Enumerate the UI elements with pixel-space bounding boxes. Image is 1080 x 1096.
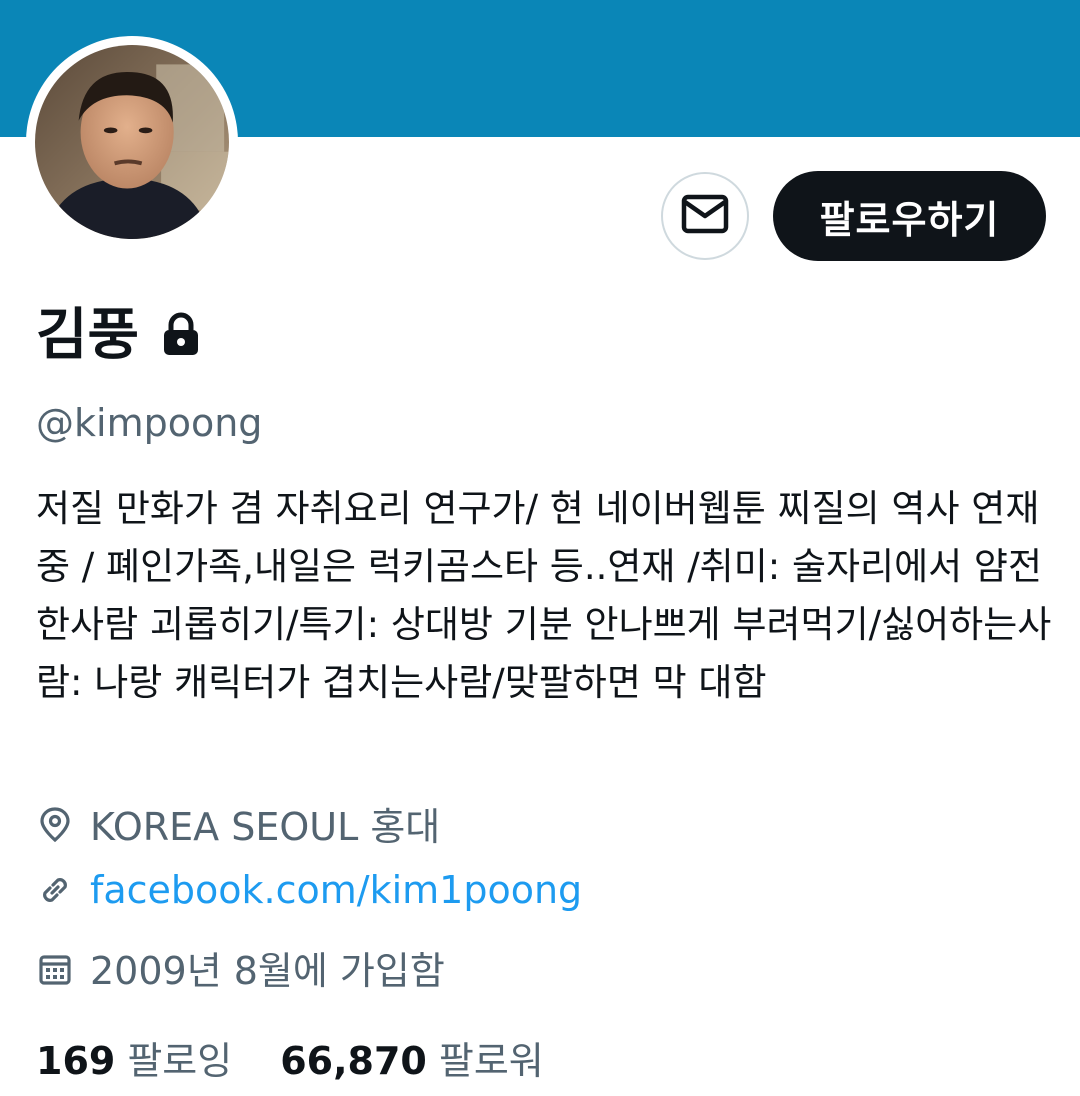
joined-text: 2009년 8월에 가입함 xyxy=(90,949,445,993)
profile-handle: @kimpoong xyxy=(36,401,263,445)
avatar[interactable] xyxy=(26,36,238,248)
profile-bio: 저질 만화가 겸 자취요리 연구가/ 현 네이버웹툰 찌질의 역사 연재중 / … xyxy=(36,487,1052,704)
followers-label: 팔로워 xyxy=(438,1039,544,1083)
display-name-row: 김풍 xyxy=(36,290,201,370)
joined-row: 2009년 8월에 가입함 xyxy=(36,940,445,995)
envelope-icon xyxy=(681,194,729,238)
message-button[interactable] xyxy=(661,172,749,260)
avatar-image xyxy=(35,45,229,239)
following-label: 팔로잉 xyxy=(127,1039,233,1083)
followers-stat[interactable]: 66,870 팔로워 xyxy=(280,1030,544,1085)
following-count: 169 xyxy=(36,1039,116,1083)
link-icon xyxy=(36,871,74,909)
website-link[interactable]: facebook.com/kim1poong xyxy=(90,868,582,912)
location-text: KOREA SEOUL 홍대 xyxy=(90,805,441,849)
calendar-icon xyxy=(36,949,74,987)
location-pin-icon xyxy=(36,805,74,843)
website-row: facebook.com/kim1poong xyxy=(36,868,582,912)
display-name: 김풍 xyxy=(36,302,140,368)
location-row: KOREA SEOUL 홍대 xyxy=(36,796,440,851)
follow-button[interactable]: 팔로우하기 xyxy=(773,171,1046,261)
following-stat[interactable]: 169 팔로잉 xyxy=(36,1030,232,1085)
lock-icon xyxy=(161,312,201,356)
profile-page: 팔로우하기 김풍 @kimpoong 저질 만화가 겸 자취요리 연구가/ 현 … xyxy=(0,0,1080,1096)
follow-stats: 169 팔로잉 66,870 팔로워 xyxy=(36,1030,544,1085)
followers-count: 66,870 xyxy=(280,1039,427,1083)
